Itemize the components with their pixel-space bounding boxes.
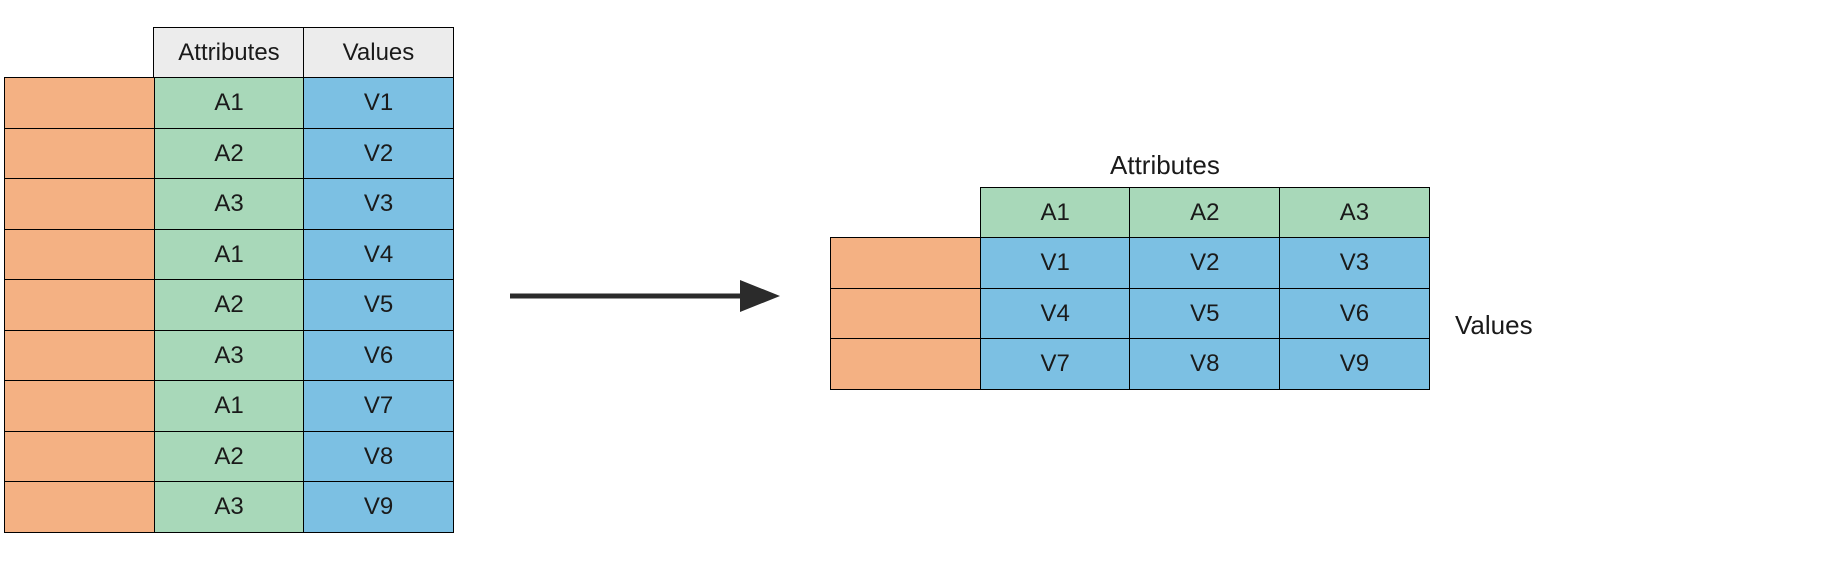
attr-cell: A3	[154, 481, 305, 533]
attr-cell: A2	[154, 431, 305, 483]
attr-cell: A1	[154, 229, 305, 281]
value-cell: V5	[1129, 288, 1280, 340]
row-key	[4, 431, 155, 483]
long-table: Attributes Values A1 V1 A2 V2 A3 V3 A1 V…	[4, 28, 454, 533]
table-row: V7 V8 V9	[830, 340, 1430, 391]
col-header: A2	[1129, 187, 1280, 239]
table-header-row: Attributes Values	[4, 28, 454, 79]
table-row: A1 V4	[4, 230, 454, 281]
row-key	[4, 178, 155, 230]
value-cell: V3	[1279, 237, 1430, 289]
table-row: A1 V1	[4, 79, 454, 130]
blank-corner	[830, 187, 981, 239]
value-cell: V6	[1279, 288, 1430, 340]
col-header: A3	[1279, 187, 1430, 239]
row-key	[830, 237, 981, 289]
value-cell: V7	[980, 338, 1131, 390]
table-row: V1 V2 V3	[830, 239, 1430, 290]
row-key	[4, 330, 155, 382]
row-key	[4, 128, 155, 180]
table-row: A3 V6	[4, 331, 454, 382]
attr-cell: A3	[154, 178, 305, 230]
col-header: A1	[980, 187, 1131, 239]
value-cell: V4	[980, 288, 1131, 340]
table-row: V4 V5 V6	[830, 289, 1430, 340]
header-values: Values	[303, 27, 454, 79]
arrow-right-icon	[510, 276, 780, 316]
value-cell: V1	[303, 77, 454, 129]
attr-cell: A1	[154, 380, 305, 432]
table-row: A1 V7	[4, 382, 454, 433]
values-label: Values	[1455, 310, 1533, 341]
header-attributes: Attributes	[153, 27, 304, 79]
table-row: A2 V2	[4, 129, 454, 180]
value-cell: V5	[303, 279, 454, 331]
value-cell: V2	[303, 128, 454, 180]
attr-cell: A2	[154, 128, 305, 180]
value-cell: V9	[303, 481, 454, 533]
attr-cell: A3	[154, 330, 305, 382]
attr-cell: A1	[154, 77, 305, 129]
table-header-row: A1 A2 A3	[830, 188, 1430, 239]
value-cell: V9	[1279, 338, 1430, 390]
row-key	[830, 288, 981, 340]
table-row: A3 V9	[4, 483, 454, 534]
attributes-label: Attributes	[1110, 150, 1220, 181]
row-key	[4, 380, 155, 432]
value-cell: V7	[303, 380, 454, 432]
value-cell: V4	[303, 229, 454, 281]
row-key	[830, 338, 981, 390]
table-row: A3 V3	[4, 180, 454, 231]
row-key	[4, 481, 155, 533]
row-key	[4, 77, 155, 129]
row-key	[4, 279, 155, 331]
value-cell: V3	[303, 178, 454, 230]
value-cell: V6	[303, 330, 454, 382]
wide-table: A1 A2 A3 V1 V2 V3 V4 V5 V6 V7 V8 V9	[830, 188, 1430, 390]
blank-corner	[4, 27, 155, 79]
value-cell: V2	[1129, 237, 1280, 289]
value-cell: V8	[303, 431, 454, 483]
value-cell: V8	[1129, 338, 1280, 390]
attr-cell: A2	[154, 279, 305, 331]
row-key	[4, 229, 155, 281]
table-row: A2 V8	[4, 432, 454, 483]
value-cell: V1	[980, 237, 1131, 289]
table-row: A2 V5	[4, 281, 454, 332]
